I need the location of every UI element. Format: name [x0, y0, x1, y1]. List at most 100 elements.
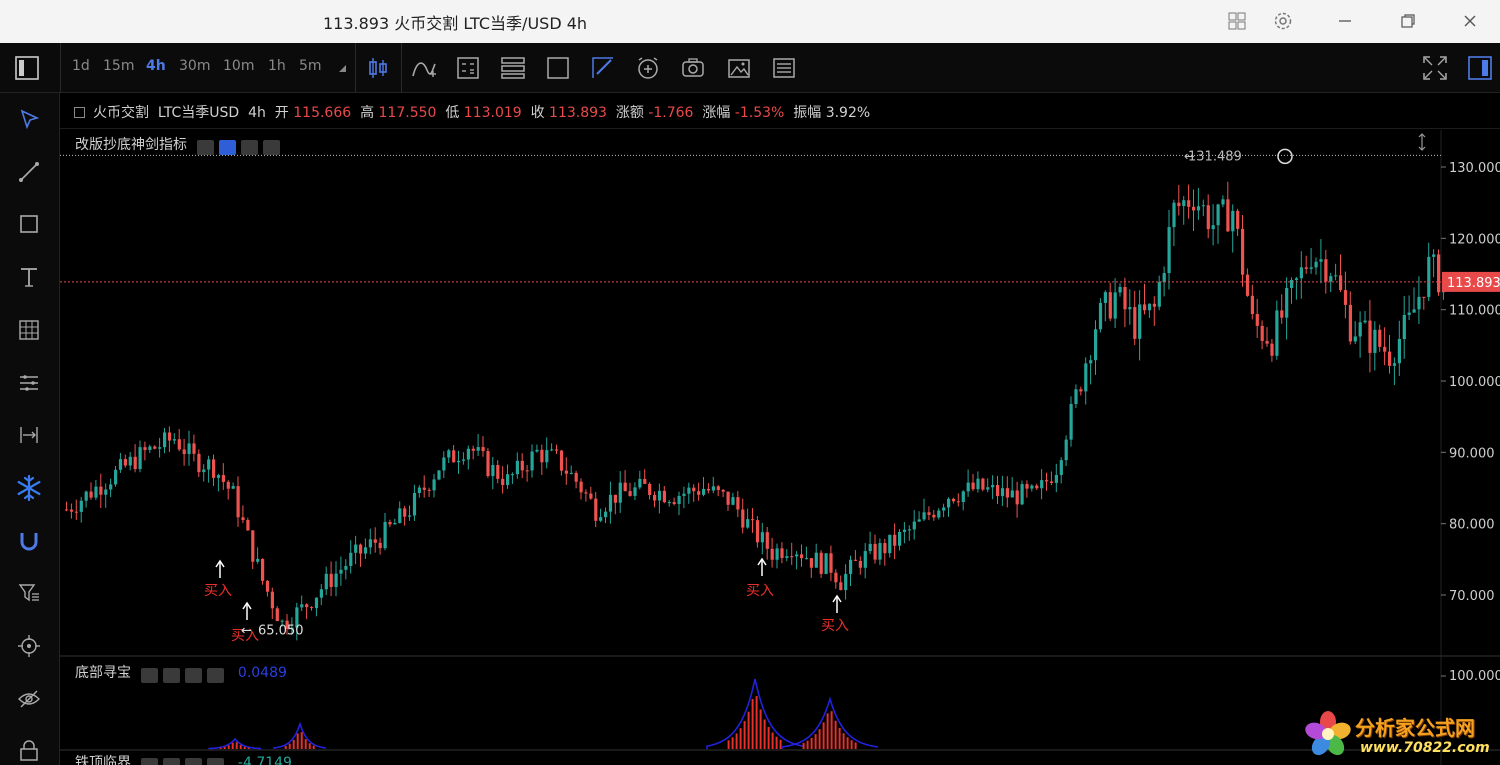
- candle-body: [1304, 267, 1308, 269]
- candle-body: [339, 569, 343, 574]
- candle-body: [241, 517, 245, 521]
- hide-eye-icon[interactable]: [13, 683, 45, 715]
- candle-body: [506, 474, 510, 486]
- candle-body: [687, 487, 691, 494]
- candle-body: [158, 447, 162, 449]
- settings-gear-icon[interactable]: [1268, 6, 1298, 36]
- news-icon[interactable]: [770, 54, 798, 82]
- candle-body: [1250, 295, 1254, 315]
- layout-grid-icon[interactable]: [1222, 6, 1252, 36]
- triangle-down-icon[interactable]: [328, 54, 356, 82]
- price-axis-label: 80.000: [1449, 518, 1495, 533]
- filter-icon[interactable]: [13, 577, 45, 609]
- left-panel-toggle-icon[interactable]: [14, 55, 40, 81]
- close-icon[interactable]: [1455, 6, 1485, 36]
- cursor-icon[interactable]: [13, 103, 45, 135]
- square-icon[interactable]: [544, 54, 572, 82]
- draw-pen-icon[interactable]: [589, 54, 617, 82]
- rectangle-tool-icon[interactable]: [13, 208, 45, 240]
- candle-body: [393, 523, 397, 525]
- candle-body: [417, 487, 421, 493]
- indicator-curve-icon[interactable]: [410, 54, 438, 82]
- timeframe-5m[interactable]: 5m: [299, 58, 322, 74]
- fullscreen-icon[interactable]: [1421, 54, 1449, 82]
- candle-body: [79, 500, 83, 512]
- measure-icon[interactable]: [13, 419, 45, 451]
- candle-body: [481, 447, 485, 452]
- candle-body: [1113, 292, 1117, 319]
- collapse-icon[interactable]: [74, 107, 85, 118]
- candle-body: [1157, 282, 1161, 307]
- candle-body: [1280, 310, 1284, 318]
- candle-body: [359, 544, 363, 554]
- candle-body: [682, 493, 686, 496]
- line-tool-icon[interactable]: [13, 156, 45, 188]
- candlestick-chart[interactable]: 130.000 120.000 110.000 100.000 90.000 80.000…: [60, 130, 1500, 765]
- candle-body: [520, 460, 524, 471]
- candle-body: [589, 493, 593, 499]
- candle-body: [545, 450, 549, 463]
- candle-body: [878, 543, 882, 560]
- candle-body: [1143, 304, 1147, 311]
- candle-body: [1196, 206, 1201, 211]
- candle-body: [628, 491, 632, 496]
- minimize-icon[interactable]: [1330, 6, 1360, 36]
- candle-body: [643, 478, 647, 484]
- candle-body: [256, 558, 260, 562]
- snowflake-icon[interactable]: [13, 472, 45, 504]
- amplitude-value: 3.92%: [825, 105, 871, 121]
- timeframe-1d[interactable]: 1d: [72, 58, 90, 74]
- candle-body: [550, 449, 554, 451]
- lock-icon[interactable]: [13, 734, 45, 765]
- calculator-icon[interactable]: [454, 54, 482, 82]
- right-panel-icon[interactable]: [1466, 54, 1494, 82]
- magnet-icon[interactable]: [13, 525, 45, 557]
- candle-body: [461, 459, 466, 461]
- timeframe-1h[interactable]: 1h: [268, 58, 286, 74]
- candle-body: [1378, 329, 1382, 347]
- candle-body: [912, 521, 916, 530]
- candle-body: [1123, 286, 1127, 310]
- text-tool-icon[interactable]: [13, 261, 45, 293]
- candle-body: [1314, 261, 1318, 268]
- layout-rows-icon[interactable]: [499, 54, 527, 82]
- title-bar: 113.893 火币交割 LTC当季/USD 4h: [0, 0, 1500, 43]
- restore-icon[interactable]: [1393, 6, 1423, 36]
- timeframe-4h[interactable]: 4h: [146, 58, 166, 74]
- bottom-treasure-curve: [208, 737, 262, 750]
- timeframe-30m[interactable]: 30m: [179, 58, 210, 74]
- open-value: 115.666: [293, 105, 352, 121]
- candle-body: [104, 489, 108, 495]
- crosshair-icon[interactable]: [13, 630, 45, 662]
- change-value: -1.766: [648, 105, 694, 121]
- timeframe-15m[interactable]: 15m: [103, 58, 134, 74]
- candle-body: [883, 543, 887, 554]
- camera-icon[interactable]: [679, 54, 707, 82]
- candle-body: [1383, 346, 1387, 352]
- alarm-add-icon[interactable]: [634, 54, 662, 82]
- price-axis-label: 100.000: [1449, 375, 1500, 390]
- candle-body: [785, 556, 789, 558]
- close-label: 收: [530, 105, 545, 121]
- grid-tool-icon[interactable]: [13, 314, 45, 346]
- candle-body: [1172, 202, 1176, 228]
- pct-value: -1.53%: [734, 105, 785, 121]
- candlestick-icon[interactable]: [364, 54, 392, 82]
- candle-body: [1049, 481, 1054, 483]
- candle-body: [819, 552, 823, 574]
- candle-body: [809, 558, 813, 568]
- candle-body: [486, 451, 490, 477]
- candle-body: [378, 542, 382, 549]
- candle-body: [907, 529, 911, 531]
- candle-body: [1241, 228, 1245, 275]
- high-value: 117.550: [378, 105, 437, 121]
- price-axis-label: 120.000: [1449, 232, 1500, 247]
- candle-body: [1245, 274, 1250, 296]
- candle-body: [922, 512, 926, 520]
- timeframe-10m[interactable]: 10m: [223, 58, 254, 74]
- candle-body: [74, 511, 78, 513]
- image-icon[interactable]: [725, 54, 753, 82]
- pct-label: 涨幅: [702, 105, 731, 121]
- fib-lines-icon[interactable]: [13, 367, 45, 399]
- candle-body: [1206, 205, 1210, 230]
